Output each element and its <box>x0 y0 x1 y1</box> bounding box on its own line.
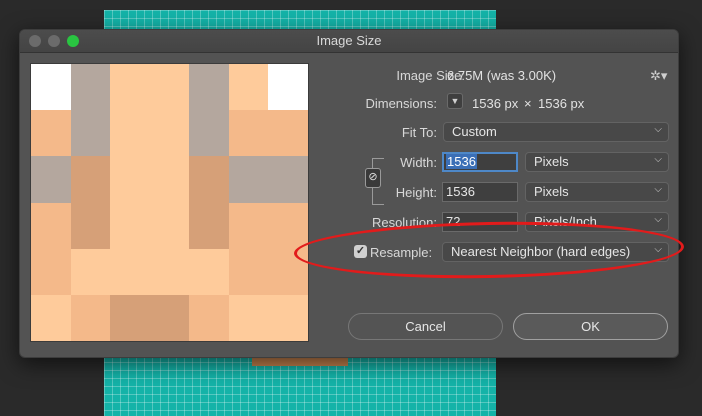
preview-pixel <box>189 248 229 295</box>
chevron-down-icon: ⌵ <box>654 244 662 255</box>
width-unit-value: Pixels <box>534 154 569 169</box>
preview-pixel <box>189 64 229 111</box>
height-label: Height: <box>395 185 437 200</box>
preview-pixel <box>149 110 190 157</box>
dimensions-label: Dimensions: <box>365 96 437 111</box>
resolution-unit-value: Pixels/Inch <box>534 214 597 229</box>
titlebar: Image Size <box>20 30 678 53</box>
preview-pixel <box>110 64 150 111</box>
preview-pixel <box>110 294 150 341</box>
preview-pixel <box>31 64 71 111</box>
preview-pixel <box>31 110 71 157</box>
fit-to-label: Fit To: <box>401 125 437 140</box>
image-size-value: 6.75M (was 3.00K) <box>447 68 557 83</box>
preview-pixel <box>70 294 111 341</box>
chevron-down-icon: ⌵ <box>654 184 662 195</box>
preview-pixel <box>31 156 71 203</box>
preview-pixel <box>31 294 71 341</box>
resample-checkbox[interactable]: ✓ <box>354 245 367 258</box>
preview-pixel <box>189 202 229 249</box>
preview-pixel <box>189 156 229 203</box>
ok-button[interactable]: OK <box>513 313 668 340</box>
resolution-label: Resolution: <box>371 215 437 230</box>
preview-pixel <box>70 64 111 111</box>
checkmark-icon: ✓ <box>355 245 366 257</box>
cancel-button[interactable]: Cancel <box>348 313 503 340</box>
dimensions-width: 1536 px <box>472 96 519 111</box>
width-input[interactable]: 1536 <box>442 152 518 172</box>
preview-pixel <box>70 156 111 203</box>
preview-pixel <box>70 248 111 295</box>
height-value: 1536 <box>446 184 475 199</box>
resolution-input[interactable]: 72 <box>442 212 518 232</box>
preview-pixel <box>149 202 190 249</box>
preview-pixel <box>110 248 150 295</box>
chevron-down-icon: ⌵ <box>654 154 662 165</box>
canvas-artwork-strip <box>252 358 348 366</box>
preview-pixel <box>149 248 190 295</box>
preview-pixel <box>149 294 190 341</box>
resample-select[interactable]: Nearest Neighbor (hard edges) ⌵ <box>442 242 669 262</box>
preview-pixel <box>189 110 229 157</box>
preview-pixel <box>228 156 269 203</box>
preview-pixel <box>149 64 190 111</box>
width-label: Width: <box>400 155 437 170</box>
preview-pixel <box>228 294 269 341</box>
gear-icon[interactable]: ✲▾ <box>650 68 667 84</box>
preview-pixel <box>228 248 269 295</box>
dimensions-height: 1536 px <box>538 96 585 111</box>
chevron-down-icon: ⌵ <box>654 124 662 135</box>
dimensions-separator: × <box>524 96 532 111</box>
image-preview[interactable] <box>30 63 309 342</box>
fit-to-value: Custom <box>452 124 497 139</box>
resolution-unit-select[interactable]: Pixels/Inch ⌵ <box>525 212 669 232</box>
image-size-dialog: Image Size Image Size: 6.75M (was 3.00K)… <box>19 29 679 358</box>
chevron-down-icon: ⌵ <box>654 214 662 225</box>
width-unit-select[interactable]: Pixels ⌵ <box>525 152 669 172</box>
preview-pixel <box>110 110 150 157</box>
preview-pixel <box>228 202 269 249</box>
resample-value: Nearest Neighbor (hard edges) <box>451 244 631 259</box>
preview-pixel <box>268 64 308 111</box>
width-value: 1536 <box>446 154 477 169</box>
preview-pixel <box>149 156 190 203</box>
fit-to-select[interactable]: Custom ⌵ <box>443 122 669 142</box>
preview-pixel <box>268 202 308 249</box>
preview-pixel <box>70 110 111 157</box>
preview-pixel <box>228 64 269 111</box>
height-unit-select[interactable]: Pixels ⌵ <box>525 182 669 202</box>
preview-pixel <box>228 110 269 157</box>
height-input[interactable]: 1536 <box>442 182 518 202</box>
resolution-value: 72 <box>446 214 461 229</box>
preview-pixel <box>189 294 229 341</box>
preview-pixel <box>31 202 71 249</box>
chevron-down-icon[interactable]: ▼ <box>447 93 463 109</box>
preview-pixel <box>110 202 150 249</box>
preview-pixel <box>70 202 111 249</box>
preview-pixel <box>268 110 308 157</box>
preview-pixel <box>31 248 71 295</box>
resample-label: Resample: <box>370 245 433 260</box>
preview-pixel <box>268 156 308 203</box>
preview-pixel <box>268 294 308 341</box>
height-unit-value: Pixels <box>534 184 569 199</box>
preview-pixel <box>268 248 308 295</box>
dialog-title: Image Size <box>316 33 382 48</box>
preview-pixel <box>110 156 150 203</box>
